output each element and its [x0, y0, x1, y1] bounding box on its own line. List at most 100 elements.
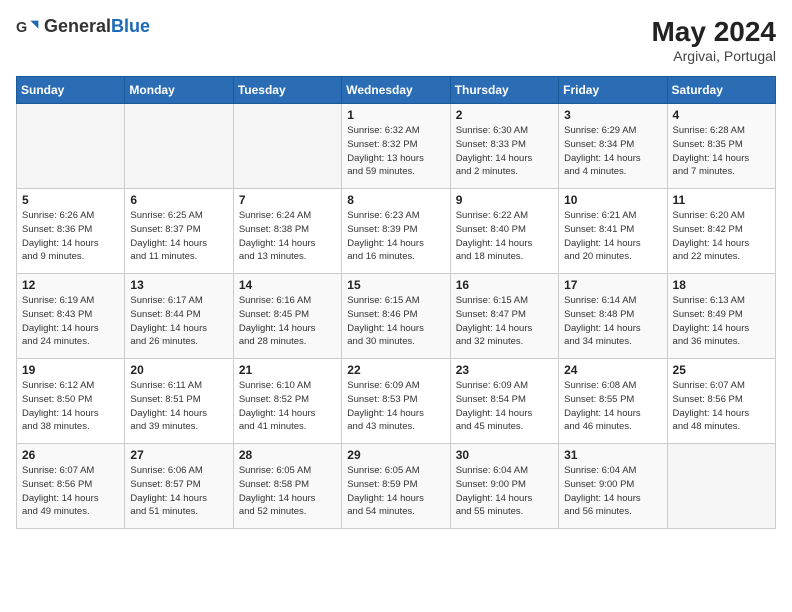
calendar-cell: 11Sunrise: 6:20 AMSunset: 8:42 PMDayligh… — [667, 189, 775, 274]
day-info: Sunrise: 6:06 AMSunset: 8:57 PMDaylight:… — [130, 464, 227, 519]
day-info: Sunrise: 6:23 AMSunset: 8:39 PMDaylight:… — [347, 209, 444, 264]
day-number: 29 — [347, 448, 444, 462]
calendar-cell: 14Sunrise: 6:16 AMSunset: 8:45 PMDayligh… — [233, 274, 341, 359]
day-info: Sunrise: 6:19 AMSunset: 8:43 PMDaylight:… — [22, 294, 119, 349]
day-number: 4 — [673, 108, 770, 122]
calendar-cell: 25 Sunrise: 6:07 AMSunset: 8:56 PMDayligh… — [667, 359, 775, 444]
day-number: 12 — [22, 278, 119, 292]
calendar-cell: 19 Sunrise: 6:12 AMSunset: 8:50 PMDayligh… — [17, 359, 125, 444]
col-saturday: Saturday — [667, 77, 775, 104]
col-wednesday: Wednesday — [342, 77, 450, 104]
calendar-cell: 1 Sunrise: 6:32 AMSunset: 8:32 PMDaylight… — [342, 104, 450, 189]
day-number: 25 — [673, 363, 770, 377]
month-year: May 2024 — [651, 16, 776, 48]
day-info: Sunrise: 6:11 AMSunset: 8:51 PMDaylight:… — [130, 379, 227, 434]
calendar-cell: 20 Sunrise: 6:11 AMSunset: 8:51 PMDayligh… — [125, 359, 233, 444]
day-info: Sunrise: 6:12 AMSunset: 8:50 PMDaylight:… — [22, 379, 119, 434]
day-number: 6 — [130, 193, 227, 207]
logo-text: GeneralBlue — [44, 16, 150, 37]
day-number: 28 — [239, 448, 336, 462]
day-info: Sunrise: 6:16 AMSunset: 8:45 PMDaylight:… — [239, 294, 336, 349]
calendar-table: Sunday Monday Tuesday Wednesday Thursday… — [16, 76, 776, 529]
week-row-2: 12 Sunrise: 6:19 AMSunset: 8:43 PMDayligh… — [17, 274, 776, 359]
day-number: 8 — [347, 193, 444, 207]
week-row-4: 26 Sunrise: 6:07 AMSunset: 8:56 PMDayligh… — [17, 444, 776, 529]
day-number: 7 — [239, 193, 336, 207]
calendar-cell: 22 Sunrise: 6:09 AMSunset: 8:53 PMDayligh… — [342, 359, 450, 444]
calendar-cell: 10 Sunrise: 6:21 AMSunset: 8:41 PMDayligh… — [559, 189, 667, 274]
day-number: 20 — [130, 363, 227, 377]
day-info: Sunrise: 6:21 AMSunset: 8:41 PMDaylight:… — [564, 209, 661, 264]
day-info: Sunrise: 6:20 AMSunset: 8:42 PMDaylight:… — [673, 209, 770, 264]
calendar-cell: 13 Sunrise: 6:17 AMSunset: 8:44 PMDayligh… — [125, 274, 233, 359]
day-info: Sunrise: 6:05 AMSunset: 8:59 PMDaylight:… — [347, 464, 444, 519]
title-block: May 2024 Argivai, Portugal — [651, 16, 776, 64]
day-number: 18 — [673, 278, 770, 292]
day-info: Sunrise: 6:08 AMSunset: 8:55 PMDaylight:… — [564, 379, 661, 434]
calendar-cell: 16Sunrise: 6:15 AMSunset: 8:47 PMDayligh… — [450, 274, 558, 359]
day-number: 31 — [564, 448, 661, 462]
day-number: 10 — [564, 193, 661, 207]
calendar-cell: 18Sunrise: 6:13 AMSunset: 8:49 PMDayligh… — [667, 274, 775, 359]
page-header: G GeneralBlue May 2024 Argivai, Portugal — [16, 16, 776, 64]
calendar-cell: 29 Sunrise: 6:05 AMSunset: 8:59 PMDayligh… — [342, 444, 450, 529]
day-info: Sunrise: 6:22 AMSunset: 8:40 PMDaylight:… — [456, 209, 553, 264]
svg-text:G: G — [16, 19, 27, 35]
col-friday: Friday — [559, 77, 667, 104]
day-number: 19 — [22, 363, 119, 377]
day-info: Sunrise: 6:09 AMSunset: 8:54 PMDaylight:… — [456, 379, 553, 434]
col-sunday: Sunday — [17, 77, 125, 104]
day-number: 26 — [22, 448, 119, 462]
week-row-0: 1 Sunrise: 6:32 AMSunset: 8:32 PMDaylight… — [17, 104, 776, 189]
day-info: Sunrise: 6:28 AMSunset: 8:35 PMDaylight:… — [673, 124, 770, 179]
calendar-cell: 8 Sunrise: 6:23 AMSunset: 8:39 PMDaylight… — [342, 189, 450, 274]
day-info: Sunrise: 6:25 AMSunset: 8:37 PMDaylight:… — [130, 209, 227, 264]
logo-icon: G — [16, 17, 40, 37]
day-number: 30 — [456, 448, 553, 462]
col-monday: Monday — [125, 77, 233, 104]
col-tuesday: Tuesday — [233, 77, 341, 104]
day-info: Sunrise: 6:15 AMSunset: 8:46 PMDaylight:… — [347, 294, 444, 349]
day-info: Sunrise: 6:26 AMSunset: 8:36 PMDaylight:… — [22, 209, 119, 264]
calendar-cell: 12 Sunrise: 6:19 AMSunset: 8:43 PMDayligh… — [17, 274, 125, 359]
day-number: 1 — [347, 108, 444, 122]
day-number: 21 — [239, 363, 336, 377]
calendar-cell: 15 Sunrise: 6:15 AMSunset: 8:46 PMDayligh… — [342, 274, 450, 359]
day-info: Sunrise: 6:14 AMSunset: 8:48 PMDaylight:… — [564, 294, 661, 349]
calendar-cell: 26 Sunrise: 6:07 AMSunset: 8:56 PMDayligh… — [17, 444, 125, 529]
day-info: Sunrise: 6:10 AMSunset: 8:52 PMDaylight:… — [239, 379, 336, 434]
day-info: Sunrise: 6:04 AMSunset: 9:00 PMDaylight:… — [564, 464, 661, 519]
week-row-3: 19 Sunrise: 6:12 AMSunset: 8:50 PMDayligh… — [17, 359, 776, 444]
calendar-cell: 9 Sunrise: 6:22 AMSunset: 8:40 PMDaylight… — [450, 189, 558, 274]
day-number: 17 — [564, 278, 661, 292]
day-info: Sunrise: 6:32 AMSunset: 8:32 PMDaylight:… — [347, 124, 444, 179]
day-info: Sunrise: 6:17 AMSunset: 8:44 PMDaylight:… — [130, 294, 227, 349]
calendar-cell: 6 Sunrise: 6:25 AMSunset: 8:37 PMDaylight… — [125, 189, 233, 274]
day-info: Sunrise: 6:09 AMSunset: 8:53 PMDaylight:… — [347, 379, 444, 434]
calendar-cell: 17 Sunrise: 6:14 AMSunset: 8:48 PMDayligh… — [559, 274, 667, 359]
day-number: 3 — [564, 108, 661, 122]
day-number: 5 — [22, 193, 119, 207]
day-number: 9 — [456, 193, 553, 207]
logo-general: General — [44, 16, 111, 36]
calendar-cell: 23 Sunrise: 6:09 AMSunset: 8:54 PMDayligh… — [450, 359, 558, 444]
calendar-cell: 7 Sunrise: 6:24 AMSunset: 8:38 PMDaylight… — [233, 189, 341, 274]
logo: G GeneralBlue — [16, 16, 150, 37]
day-number: 24 — [564, 363, 661, 377]
day-info: Sunrise: 6:07 AMSunset: 8:56 PMDaylight:… — [673, 379, 770, 434]
day-number: 27 — [130, 448, 227, 462]
calendar-cell: 27 Sunrise: 6:06 AMSunset: 8:57 PMDayligh… — [125, 444, 233, 529]
day-info: Sunrise: 6:07 AMSunset: 8:56 PMDaylight:… — [22, 464, 119, 519]
day-info: Sunrise: 6:30 AMSunset: 8:33 PMDaylight:… — [456, 124, 553, 179]
day-number: 15 — [347, 278, 444, 292]
calendar-cell: 2Sunrise: 6:30 AMSunset: 8:33 PMDaylight… — [450, 104, 558, 189]
day-info: Sunrise: 6:05 AMSunset: 8:58 PMDaylight:… — [239, 464, 336, 519]
col-thursday: Thursday — [450, 77, 558, 104]
day-number: 13 — [130, 278, 227, 292]
location: Argivai, Portugal — [651, 48, 776, 64]
day-number: 22 — [347, 363, 444, 377]
day-number: 23 — [456, 363, 553, 377]
day-info: Sunrise: 6:04 AMSunset: 9:00 PMDaylight:… — [456, 464, 553, 519]
calendar-cell: 21 Sunrise: 6:10 AMSunset: 8:52 PMDayligh… — [233, 359, 341, 444]
day-info: Sunrise: 6:24 AMSunset: 8:38 PMDaylight:… — [239, 209, 336, 264]
